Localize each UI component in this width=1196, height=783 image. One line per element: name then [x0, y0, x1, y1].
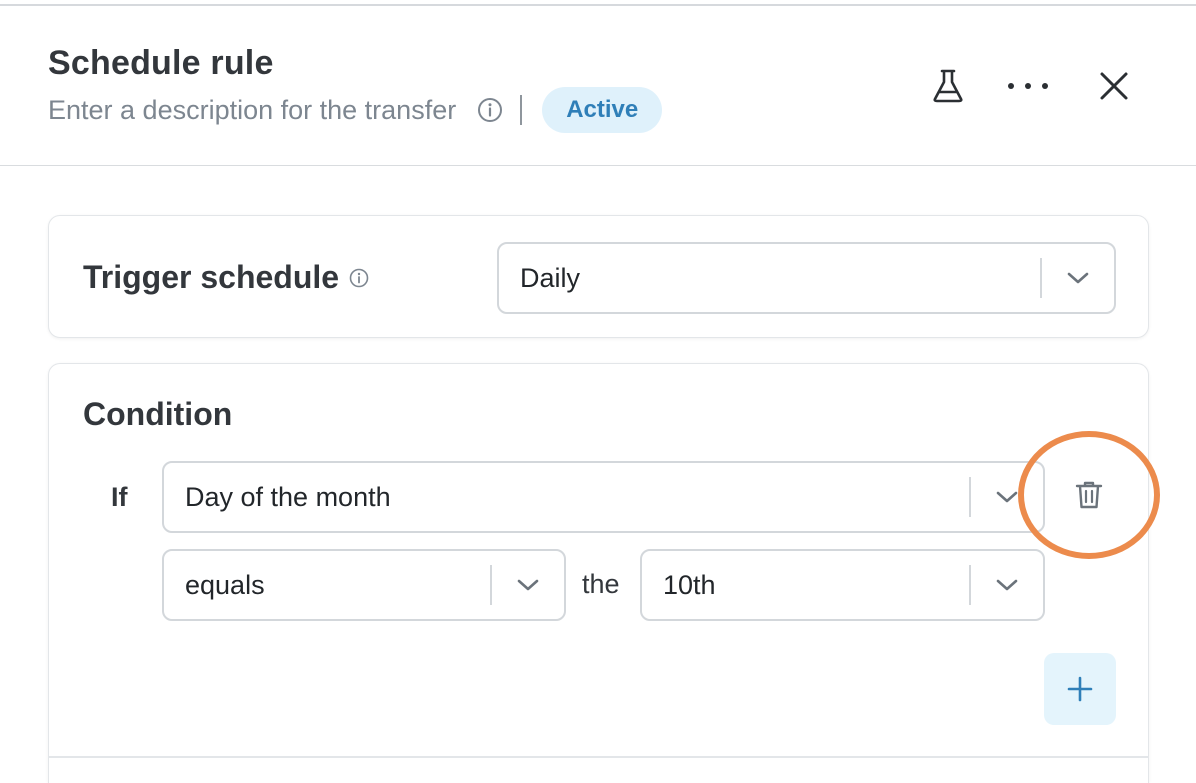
description-placeholder[interactable]: Enter a description for the transfer: [48, 95, 456, 126]
condition-heading: Condition: [83, 396, 233, 432]
test-button[interactable]: [924, 62, 972, 110]
connector-label: the: [582, 569, 620, 599]
info-circle-icon[interactable]: [476, 96, 504, 124]
condition-operator-value: equals: [185, 569, 265, 600]
panel-header: Schedule rule Enter a description for th…: [0, 6, 1196, 166]
header-meta: Enter a description for the transfer Act…: [48, 86, 663, 134]
chevron-down-icon[interactable]: [492, 551, 564, 619]
condition-operator-select[interactable]: equals: [162, 549, 566, 621]
condition-operand-value: 10th: [663, 569, 716, 600]
plus-icon: [1067, 676, 1093, 702]
trigger-schedule-heading: Trigger schedule: [83, 259, 369, 296]
page-title: Schedule rule: [48, 44, 274, 82]
trigger-schedule-value: Daily: [520, 262, 581, 293]
condition-field-select[interactable]: Day of the month: [162, 461, 1045, 533]
condition-card: Condition If Day of the month equals the…: [48, 363, 1160, 783]
header-separator: [520, 95, 523, 125]
trigger-schedule-card: Trigger schedule Daily: [48, 215, 1149, 338]
condition-operand-select[interactable]: 10th: [640, 549, 1045, 621]
chevron-down-icon[interactable]: [971, 551, 1043, 619]
trigger-schedule-select[interactable]: Daily: [497, 242, 1116, 314]
close-icon: [1100, 72, 1128, 100]
close-button[interactable]: [1090, 62, 1138, 110]
chevron-down-icon[interactable]: [1042, 244, 1114, 312]
more-options-button[interactable]: [1004, 62, 1052, 110]
trigger-schedule-label: Trigger schedule: [83, 259, 340, 295]
info-circle-icon[interactable]: [349, 268, 369, 288]
condition-field-value: Day of the month: [185, 481, 391, 512]
flask-icon: [933, 69, 963, 103]
section-divider: [49, 756, 1148, 758]
highlight-annotation-circle: [1018, 431, 1160, 559]
more-horizontal-icon: [1008, 83, 1048, 89]
status-badge: Active: [542, 87, 663, 133]
add-condition-button[interactable]: [1044, 653, 1116, 725]
if-label: If: [111, 482, 128, 512]
